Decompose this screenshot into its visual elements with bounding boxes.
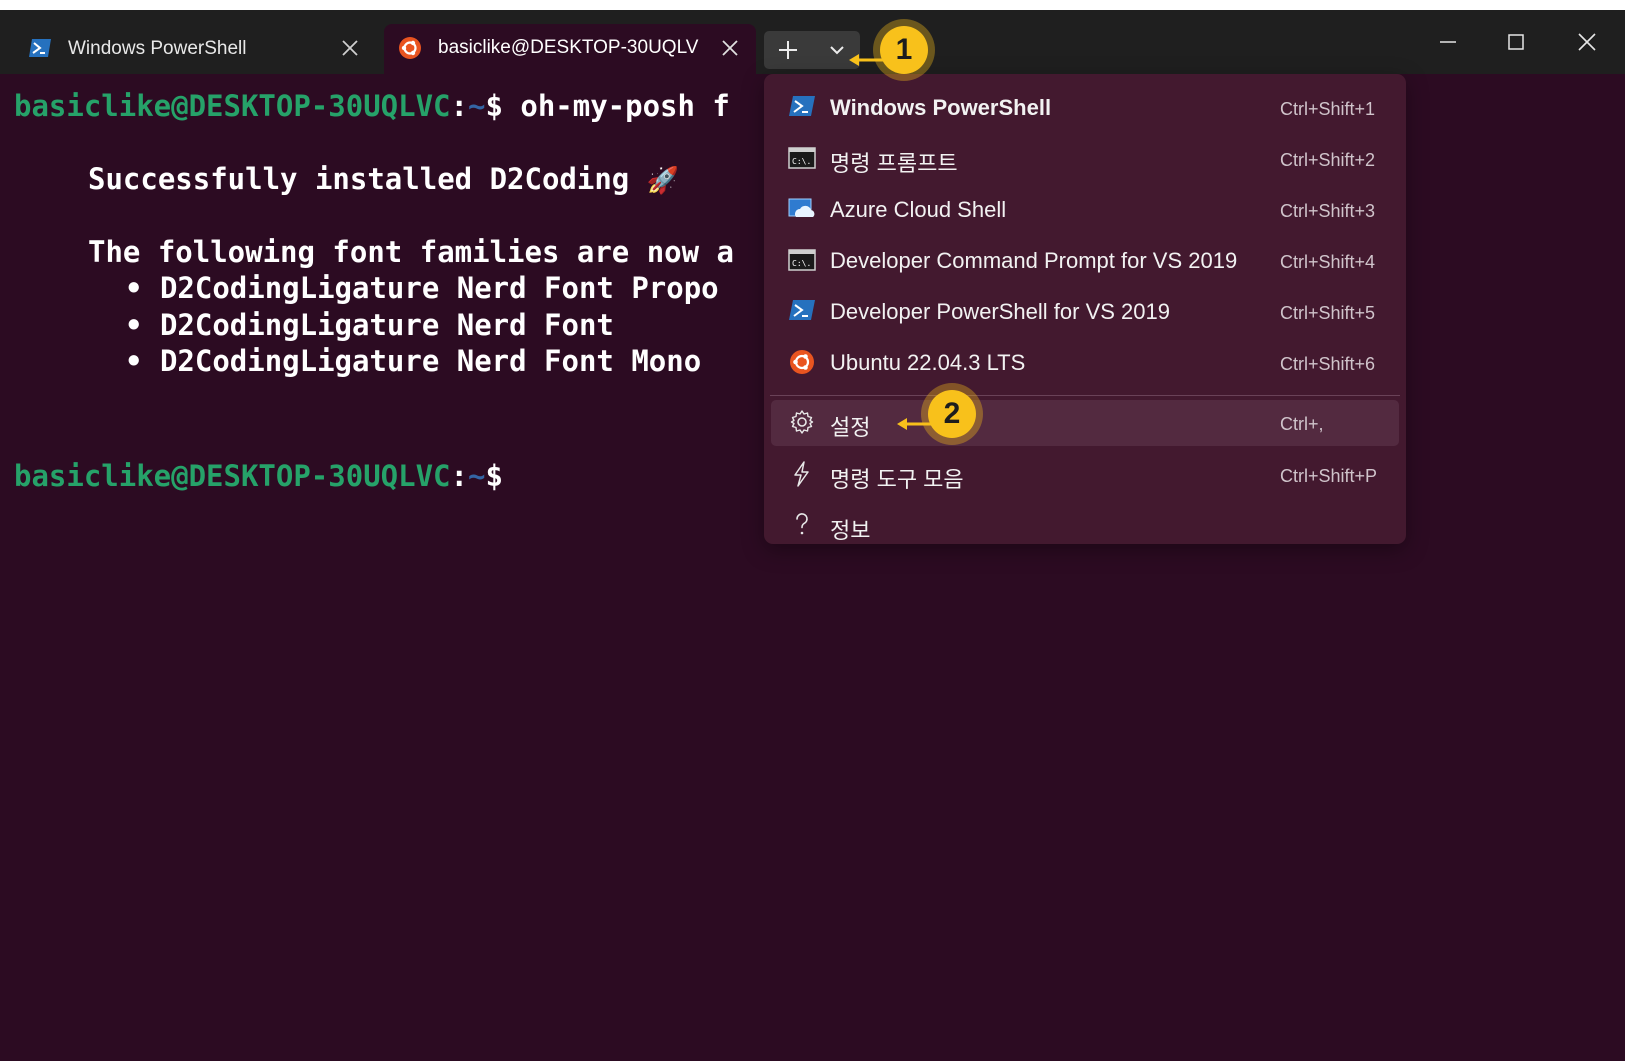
menu-item-shortcut: Ctrl+Shift+4 bbox=[1280, 252, 1376, 272]
menu-item-shortcut: Ctrl+Shift+5 bbox=[1280, 303, 1376, 323]
menu-item-developer-powershell[interactable]: Developer PowerShell for VS 2019 Ctrl+Sh… bbox=[764, 289, 1406, 335]
maximize-icon[interactable] bbox=[1494, 22, 1538, 62]
svg-text:C:\.: C:\. bbox=[792, 157, 811, 166]
list-item: • D2CodingLigature Nerd Font Propo bbox=[125, 270, 719, 306]
menu-item-shortcut: Ctrl+Shift+3 bbox=[1280, 201, 1376, 221]
list-item: • D2CodingLigature Nerd Font Mono bbox=[125, 343, 701, 379]
menu-item-label: 명령 프롬프트 bbox=[830, 151, 958, 176]
menu-separator bbox=[770, 395, 1400, 396]
menu-item-windows-powershell[interactable]: Windows PowerShell Ctrl+Shift+1 bbox=[764, 85, 1406, 131]
powershell-icon bbox=[29, 39, 51, 57]
menu-item-shortcut: Ctrl+, bbox=[1280, 414, 1324, 434]
menu-item-label: Windows PowerShell bbox=[830, 95, 1052, 120]
bullet: • bbox=[125, 271, 143, 305]
menu-item-shortcut: Ctrl+Shift+P bbox=[1280, 466, 1378, 486]
new-tab-dropdown-menu: Windows PowerShell Ctrl+Shift+1 C:\. 명령 … bbox=[764, 74, 1406, 544]
menu-item-shortcut: Ctrl+Shift+6 bbox=[1280, 354, 1376, 374]
bullet: • bbox=[125, 308, 143, 342]
menu-item-shortcut: Ctrl+Shift+1 bbox=[1280, 99, 1376, 119]
step-callout-1: 1 bbox=[880, 26, 928, 74]
list-item: • D2CodingLigature Nerd Font bbox=[125, 307, 614, 343]
cmd-icon: C:\. bbox=[788, 147, 816, 169]
tab-label: Windows PowerShell bbox=[68, 38, 247, 59]
prompt-path: ~ bbox=[467, 89, 486, 123]
new-tab-group bbox=[764, 31, 860, 69]
prompt-path: ~ bbox=[467, 459, 486, 493]
menu-item-label: Ubuntu 22.04.3 LTS bbox=[830, 350, 1026, 375]
powershell-icon bbox=[789, 300, 815, 320]
powershell-icon bbox=[789, 96, 815, 116]
svg-text:C:\.: C:\. bbox=[792, 259, 811, 268]
font-family-name: D2CodingLigature Nerd Font Mono bbox=[159, 344, 702, 378]
menu-item-label: 설정 bbox=[830, 415, 871, 440]
menu-item-ubuntu[interactable]: Ubuntu 22.04.3 LTS Ctrl+Shift+6 bbox=[764, 340, 1406, 386]
bullet: • bbox=[125, 344, 143, 378]
close-tab-icon[interactable] bbox=[718, 36, 742, 60]
success-text: Successfully installed D2Coding bbox=[88, 162, 630, 196]
question-icon bbox=[796, 513, 808, 535]
families-line: The following font families are now a bbox=[88, 235, 735, 269]
terminal-window: Windows PowerShell basiclike@DESKTOP-30U… bbox=[0, 10, 1625, 1061]
command-text: oh-my-posh f bbox=[502, 89, 730, 123]
menu-item-command-prompt[interactable]: C:\. 명령 프롬프트 Ctrl+Shift+2 bbox=[764, 136, 1406, 182]
prompt-line: basiclike@DESKTOP-30UQLVC:~$ bbox=[14, 458, 503, 494]
ubuntu-icon bbox=[399, 37, 421, 59]
close-window-icon[interactable] bbox=[1565, 22, 1609, 62]
gear-icon bbox=[790, 410, 814, 434]
menu-item-label: Azure Cloud Shell bbox=[830, 197, 1007, 222]
menu-item-label: Developer PowerShell for VS 2019 bbox=[830, 299, 1170, 324]
prompt-user: basiclike@DESKTOP-30UQLVC bbox=[14, 89, 451, 123]
rocket-icon: 🚀 bbox=[646, 166, 680, 196]
ubuntu-icon bbox=[790, 350, 814, 374]
prompt-line: basiclike@DESKTOP-30UQLVC:~$ oh-my-posh … bbox=[14, 88, 730, 124]
menu-item-shortcut: Ctrl+Shift+2 bbox=[1280, 150, 1376, 170]
prompt-colon: : bbox=[450, 459, 468, 493]
new-tab-button[interactable] bbox=[764, 31, 812, 69]
step-callout-2: 2 bbox=[928, 390, 976, 438]
success-line: Successfully installed D2Coding 🚀 bbox=[88, 161, 679, 199]
minimize-icon[interactable] bbox=[1426, 22, 1470, 62]
menu-item-developer-command-prompt[interactable]: C:\. Developer Command Prompt for VS 201… bbox=[764, 238, 1406, 284]
font-family-name: D2CodingLigature Nerd Font bbox=[159, 308, 614, 342]
prompt-user: basiclike@DESKTOP-30UQLVC bbox=[14, 459, 451, 493]
prompt-colon: : bbox=[450, 89, 468, 123]
menu-item-label: Developer Command Prompt for VS 2019 bbox=[830, 248, 1238, 273]
prompt-dollar: $ bbox=[485, 89, 503, 123]
menu-item-settings[interactable]: 설정 Ctrl+, bbox=[771, 400, 1399, 446]
tab-windows-powershell[interactable]: Windows PowerShell bbox=[14, 24, 376, 74]
azure-cloud-icon bbox=[788, 198, 815, 217]
title-bar: Windows PowerShell basiclike@DESKTOP-30U… bbox=[0, 10, 1625, 74]
tab-ubuntu[interactable]: basiclike@DESKTOP-30UQLV bbox=[384, 24, 756, 74]
close-tab-icon[interactable] bbox=[338, 36, 362, 60]
menu-item-label: 명령 도구 모음 bbox=[830, 467, 964, 492]
lightning-icon bbox=[794, 461, 809, 487]
menu-item-command-palette[interactable]: 명령 도구 모음 Ctrl+Shift+P bbox=[764, 452, 1406, 498]
cmd-icon: C:\. bbox=[788, 249, 816, 271]
menu-item-azure-cloud-shell[interactable]: Azure Cloud Shell Ctrl+Shift+3 bbox=[764, 187, 1406, 233]
font-family-name: D2CodingLigature Nerd Font Propo bbox=[159, 271, 719, 305]
tab-label: basiclike@DESKTOP-30UQLV bbox=[438, 37, 699, 58]
menu-item-about[interactable]: 정보 bbox=[764, 503, 1406, 549]
menu-item-label: 정보 bbox=[830, 518, 871, 543]
prompt-dollar: $ bbox=[485, 459, 503, 493]
